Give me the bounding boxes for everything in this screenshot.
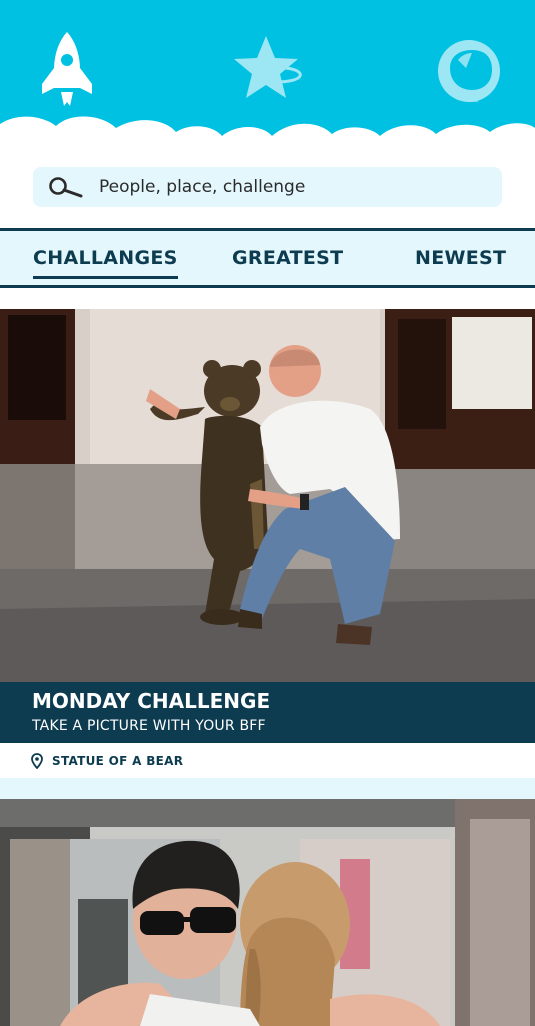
astronaut-helmet-icon[interactable] — [436, 38, 502, 104]
photo-man-with-bear-statue — [0, 309, 535, 682]
tab-challanges[interactable]: CHALLANGES — [33, 247, 178, 279]
location-label: STATUE OF A BEAR — [52, 754, 184, 768]
search-bar[interactable] — [33, 167, 502, 207]
location-pin-icon — [31, 753, 43, 769]
app-header — [0, 0, 535, 160]
challenge-subtitle: TAKE A PICTURE WITH YOUR BFF — [32, 718, 266, 734]
challenge-location[interactable]: STATUE OF A BEAR — [0, 743, 535, 778]
tab-greatest[interactable]: GREATEST — [232, 247, 343, 269]
challenge-title: MONDAY CHALLENGE — [32, 689, 271, 713]
card-divider — [0, 778, 535, 799]
photo-friends-hugging — [0, 799, 535, 1026]
tab-bar: CHALLANGES GREATEST NEWEST — [0, 228, 535, 288]
tab-newest[interactable]: NEWEST — [415, 247, 506, 269]
challenge-feed: MONDAY CHALLENGE TAKE A PICTURE WITH YOU… — [0, 309, 535, 1026]
star-icon[interactable] — [232, 34, 304, 102]
rocket-icon[interactable] — [40, 30, 94, 108]
challenge-photo[interactable] — [0, 309, 535, 682]
search-input[interactable] — [99, 167, 489, 207]
challenge-caption[interactable]: MONDAY CHALLENGE TAKE A PICTURE WITH YOU… — [0, 682, 535, 743]
challenge-photo[interactable] — [0, 799, 535, 1026]
search-icon[interactable] — [48, 176, 84, 198]
